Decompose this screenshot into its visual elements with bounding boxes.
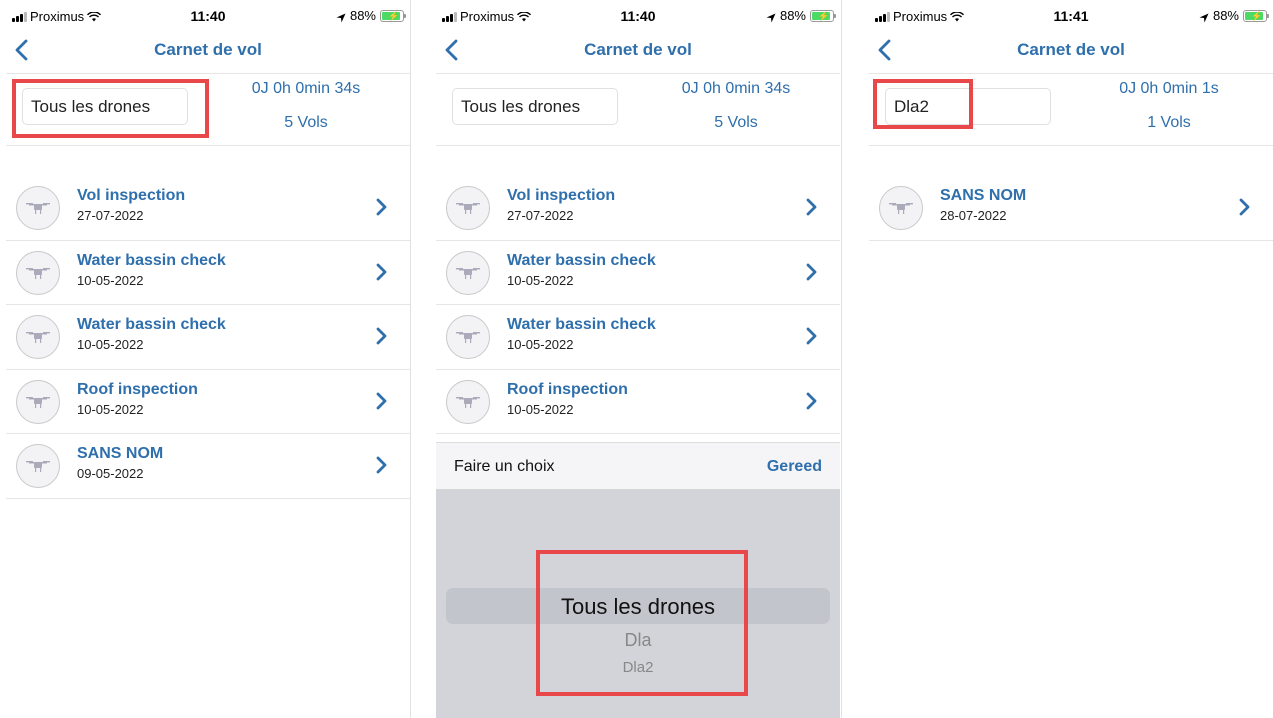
battery-icon: ⚡ (1243, 9, 1269, 22)
flight-date: 10-05-2022 (507, 401, 574, 417)
flight-name: SANS NOM (940, 187, 1027, 204)
battery-percent: 88% (349, 8, 376, 23)
total-duration: 0J 0h 0min 34s (681, 80, 791, 97)
flight-count: 1 Vols (1147, 114, 1191, 131)
flight-date: 10-05-2022 (77, 272, 144, 288)
flight-name: Water bassin check (77, 316, 226, 333)
picker-title: Faire un choix (454, 458, 555, 475)
status-right: 88% ⚡ (766, 8, 836, 23)
highlight-box (536, 550, 748, 696)
chevron-right-icon (376, 263, 387, 280)
nav-bar: Carnet de vol (6, 30, 410, 74)
flight-name: Vol inspection (77, 187, 186, 204)
nav-bar: Carnet de vol (869, 30, 1273, 74)
drone-icon (16, 379, 60, 424)
nav-title: Carnet de vol (584, 40, 692, 59)
chevron-right-icon (806, 198, 817, 216)
flight-row[interactable]: SANS NOM 28-07-2022 (869, 176, 1273, 241)
flight-row[interactable]: Water bassin check 10-05-2022 (436, 305, 840, 370)
flight-date: 28-07-2022 (940, 208, 1007, 223)
flight-date: 10-05-2022 (77, 401, 144, 417)
flight-row[interactable]: Water bassin check 10-05-2022 (6, 241, 410, 305)
flight-count: 5 Vols (714, 114, 758, 131)
location-arrow-icon (336, 11, 346, 22)
screen-divider (841, 0, 842, 718)
location-arrow-icon (766, 11, 776, 22)
flight-name: Water bassin check (507, 251, 656, 269)
flight-row[interactable]: SANS NOM 09-05-2022 (6, 434, 410, 499)
drone-icon (16, 444, 60, 488)
flight-summary: Tous les drones 0J 0h 0min 34s 5 Vols (436, 74, 840, 146)
drone-icon (16, 315, 60, 359)
chevron-right-icon (806, 392, 817, 409)
battery-icon: ⚡ (380, 9, 406, 22)
flight-row[interactable]: Water bassin check 10-05-2022 (6, 305, 410, 370)
picker-toolbar: Faire un choix Gereed (436, 442, 840, 490)
total-duration: 0J 0h 0min 34s (251, 80, 361, 97)
flight-date: 10-05-2022 (507, 272, 574, 288)
status-bar: Proximus 11:41 88% ⚡ (869, 0, 1273, 30)
flight-name: Roof inspection (77, 380, 198, 398)
nav-bar: Carnet de vol (436, 30, 840, 74)
flight-row[interactable]: Roof inspection 10-05-2022 (436, 370, 840, 434)
flight-list: SANS NOM 28-07-2022 (869, 176, 1273, 241)
drone-icon (446, 186, 490, 230)
drone-filter-select[interactable]: Tous les drones (452, 88, 618, 125)
nav-title: Carnet de vol (154, 40, 262, 59)
battery-icon: ⚡ (810, 9, 836, 22)
flight-date: 10-05-2022 (507, 337, 574, 352)
drone-icon (446, 379, 490, 424)
flight-row[interactable]: Vol inspection 27-07-2022 (436, 176, 840, 241)
chevron-right-icon (376, 392, 387, 409)
status-right: 88% ⚡ (336, 8, 406, 23)
chevron-right-icon (376, 327, 387, 345)
flight-name: Roof inspection (507, 380, 628, 398)
status-bar: Proximus 11:40 88% ⚡ (6, 0, 410, 30)
highlight-box (12, 79, 209, 138)
flight-date: 09-05-2022 (77, 466, 144, 481)
nav-title: Carnet de vol (1017, 40, 1125, 59)
screen-divider (410, 0, 411, 718)
flight-row[interactable]: Roof inspection 10-05-2022 (6, 370, 410, 434)
picker-done-button[interactable]: Gereed (767, 458, 822, 476)
chevron-right-icon (806, 263, 817, 280)
chevron-right-icon (806, 327, 817, 345)
drone-icon (16, 186, 60, 230)
flight-date: 10-05-2022 (77, 337, 144, 352)
drone-icon (446, 250, 490, 295)
chevron-right-icon (1239, 198, 1250, 216)
flight-row[interactable]: Water bassin check 10-05-2022 (436, 241, 840, 305)
chevron-right-icon (376, 198, 387, 216)
screenshot-stage: Proximus 11:40 88% ⚡ Carnet de vol Tous … (0, 0, 1273, 718)
flight-date: 27-07-2022 (507, 208, 574, 223)
chevron-right-icon (376, 456, 387, 474)
status-right: 88% ⚡ (1199, 8, 1269, 23)
flight-list: Vol inspection 27-07-2022 Water bassin c… (436, 176, 840, 434)
flight-list: Vol inspection 27-07-2022 Water bassin c… (6, 176, 410, 499)
flight-name: Water bassin check (507, 316, 656, 333)
flight-name: Water bassin check (77, 251, 226, 269)
flight-row[interactable]: Vol inspection 27-07-2022 (6, 176, 410, 241)
drone-icon (879, 186, 923, 230)
battery-percent: 88% (779, 8, 806, 23)
drone-icon (446, 315, 490, 359)
total-duration: 0J 0h 0min 1s (1119, 80, 1219, 97)
battery-percent: 88% (1212, 8, 1239, 23)
flight-name: Vol inspection (507, 187, 616, 204)
highlight-box (873, 79, 973, 129)
flight-count: 5 Vols (284, 114, 328, 131)
flight-date: 27-07-2022 (77, 208, 144, 223)
status-bar: Proximus 11:40 88% ⚡ (436, 0, 840, 30)
location-arrow-icon (1199, 11, 1209, 22)
flight-name: SANS NOM (77, 445, 164, 462)
drone-icon (16, 250, 60, 295)
